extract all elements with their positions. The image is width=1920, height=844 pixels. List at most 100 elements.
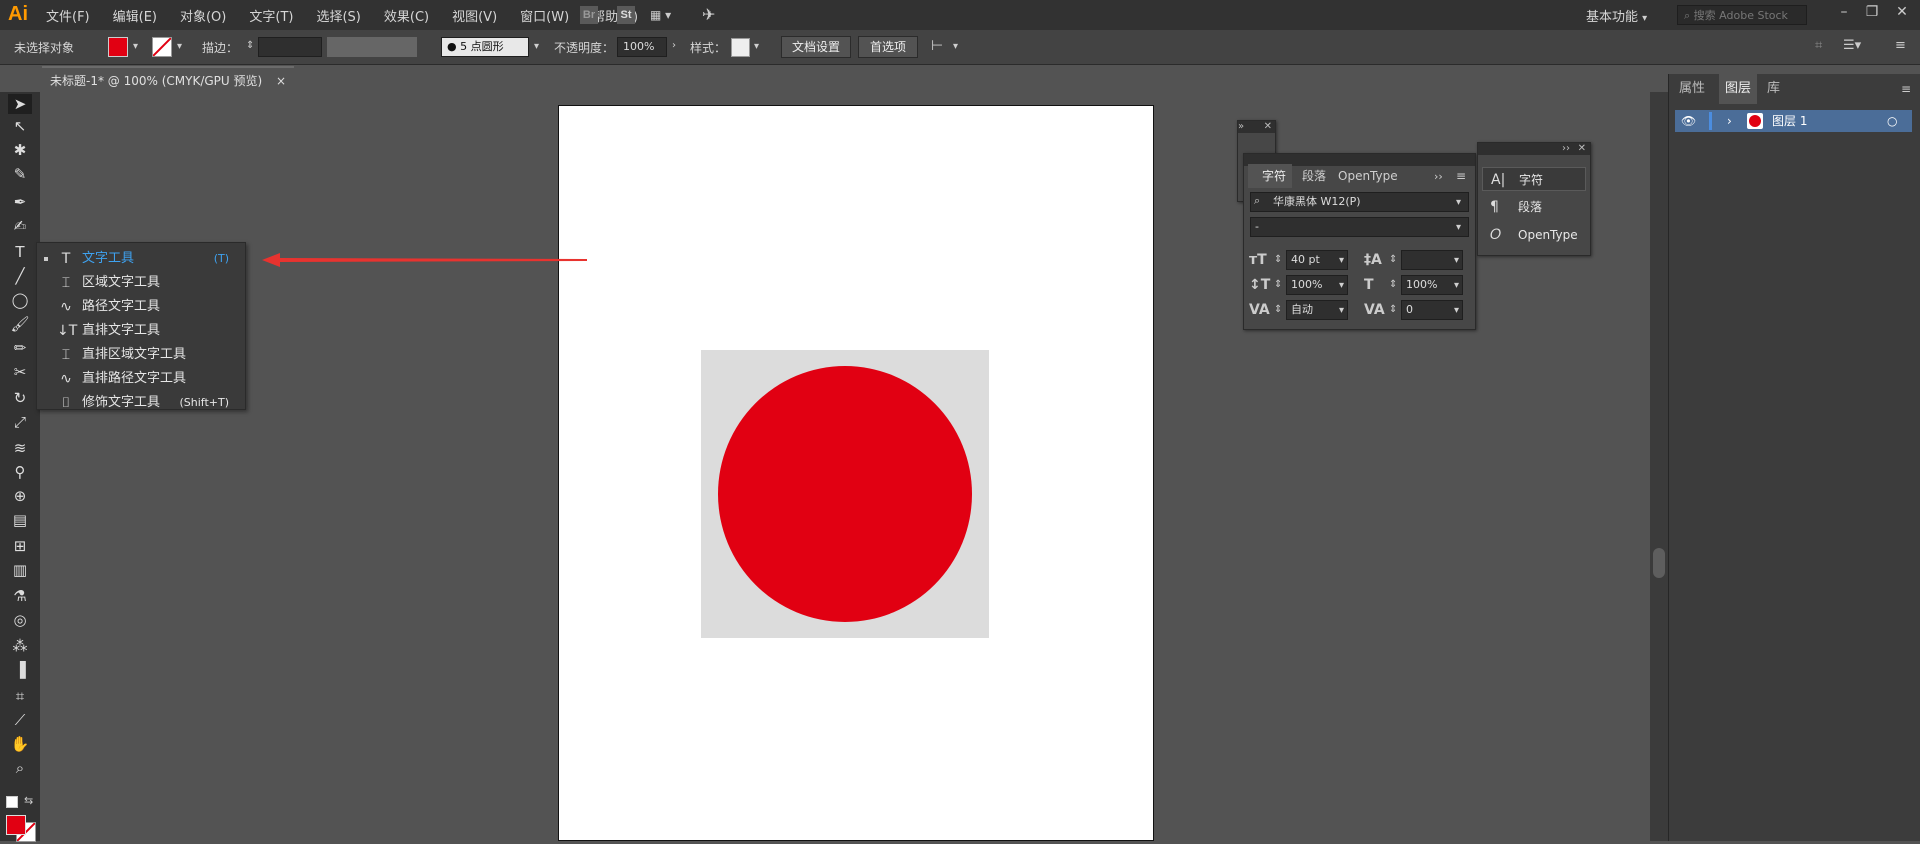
warp-tool-icon[interactable]: ≋ — [8, 438, 32, 458]
stroke-stepper-icon[interactable]: ⇕ — [246, 40, 254, 51]
font-family-field[interactable]: 华康黑体 W12(P) — [1250, 192, 1469, 212]
scissors-tool-icon[interactable]: ✂ — [8, 362, 32, 382]
panel-menu-icon[interactable]: ≡ — [1901, 82, 1911, 96]
leading-chevron-icon[interactable]: ▾ — [1454, 255, 1459, 266]
workspace-switcher[interactable]: 基本功能 ▾ — [1586, 6, 1647, 25]
layer-row[interactable]: 👁 › 图层 1 ○ — [1675, 110, 1912, 132]
tab-paragraph[interactable]: 段落 — [1302, 164, 1326, 188]
line-tool-icon[interactable]: ╱ — [8, 266, 32, 286]
magic-wand-tool-icon[interactable]: ✱ — [8, 140, 32, 160]
type-tool-icon[interactable]: T — [8, 242, 32, 262]
tab-libraries[interactable]: 库 — [1767, 74, 1780, 104]
hand-tool-icon[interactable]: ✋ — [8, 734, 32, 754]
dock-expand-icon[interactable]: ›› — [1562, 143, 1570, 154]
brush-chevron-icon[interactable]: ▾ — [534, 41, 539, 52]
visibility-eye-icon[interactable]: 👁 — [1681, 110, 1696, 132]
dock-item-paragraph[interactable]: ¶ 段落 — [1482, 195, 1586, 219]
document-setup-button[interactable]: 文档设置 — [781, 36, 851, 58]
opacity-chevron-icon[interactable]: › — [672, 40, 676, 51]
stroke-weight-field[interactable] — [258, 37, 322, 57]
menu-view[interactable]: 视图(V) — [452, 6, 497, 25]
dock-close-icon[interactable]: ✕ — [1578, 143, 1586, 154]
leading-stepper-icon[interactable]: ⇕ — [1389, 254, 1397, 265]
paintbrush-tool-icon[interactable]: 🖌 — [8, 314, 32, 334]
fill-swatch[interactable] — [108, 37, 128, 57]
stroke-chevron-icon[interactable]: ▾ — [177, 41, 182, 52]
font-style-chevron-icon[interactable]: ▾ — [1456, 222, 1461, 233]
flyout-area-type-tool[interactable]: ⌶ 区域文字工具 — [37, 271, 245, 295]
document-tab[interactable]: 未标题-1* @ 100% (CMYK/GPU 预览) × — [42, 66, 294, 92]
search-stock-input[interactable]: ⌕ 搜索 Adobe Stock — [1677, 5, 1807, 25]
pencil-tool-icon[interactable]: ✏ — [8, 338, 32, 358]
blend-tool-icon[interactable]: ◎ — [8, 610, 32, 630]
fill-chevron-icon[interactable]: ▾ — [133, 41, 138, 52]
panel-expand-icon[interactable]: ›› — [1434, 170, 1443, 183]
close-tab-icon[interactable]: × — [276, 68, 286, 94]
isolate-icon[interactable]: ⌗ — [1815, 38, 1822, 53]
eyedropper-tool-icon[interactable]: ⚗ — [8, 586, 32, 606]
vertical-scale-stepper-icon[interactable]: ⇕ — [1274, 279, 1282, 290]
minimize-button[interactable]: – — [1830, 2, 1858, 22]
default-colors-icon[interactable] — [6, 796, 18, 808]
menu-file[interactable]: 文件(F) — [46, 6, 90, 25]
fill-color-box[interactable] — [6, 815, 26, 835]
scrollbar-thumb[interactable] — [1653, 548, 1665, 578]
flyout-type-tool[interactable]: T 文字工具 (T) — [37, 247, 245, 271]
tab-character[interactable]: 字符 — [1248, 164, 1292, 188]
horizontal-scale-stepper-icon[interactable]: ⇕ — [1389, 279, 1397, 290]
bridge-button[interactable]: Br — [580, 6, 598, 24]
tracking-stepper-icon[interactable]: ⇕ — [1389, 304, 1397, 315]
vertical-scale-chevron-icon[interactable]: ▾ — [1339, 280, 1344, 291]
align-options-icon[interactable]: ⊢ — [931, 38, 943, 54]
collapsed-panel-header[interactable]: » ✕ — [1238, 121, 1275, 133]
tab-opentype[interactable]: OpenType — [1338, 164, 1398, 188]
flyout-vertical-type-tool[interactable]: ↓T 直排文字工具 — [37, 319, 245, 343]
ellipse-tool-icon[interactable]: ◯ — [8, 290, 32, 310]
lasso-tool-icon[interactable]: ✎ — [8, 164, 32, 184]
perspective-grid-tool-icon[interactable]: ▤ — [8, 510, 32, 530]
kerning-chevron-icon[interactable]: ▾ — [1339, 305, 1344, 316]
gradient-tool-icon[interactable]: ▥ — [8, 560, 32, 580]
swap-colors-icon[interactable]: ⇆ — [24, 794, 33, 807]
font-size-chevron-icon[interactable]: ▾ — [1339, 255, 1344, 266]
graphic-style-swatch[interactable] — [731, 38, 750, 57]
red-circle-shape[interactable] — [718, 366, 972, 622]
menu-edit[interactable]: 编辑(E) — [113, 6, 157, 25]
scale-tool-icon[interactable]: ⤢ — [8, 412, 32, 432]
rotate-tool-icon[interactable]: ↻ — [8, 388, 32, 408]
slice-tool-icon[interactable]: ⟋ — [8, 710, 32, 730]
horizontal-scale-chevron-icon[interactable]: ▾ — [1454, 280, 1459, 291]
font-style-field[interactable]: - — [1250, 217, 1469, 237]
symbol-sprayer-tool-icon[interactable]: ⁂ — [8, 636, 32, 656]
vertical-scrollbar[interactable] — [1650, 92, 1668, 841]
shape-builder-tool-icon[interactable]: ⊕ — [8, 486, 32, 506]
target-icon[interactable]: ○ — [1887, 110, 1897, 132]
align-chevron-icon[interactable]: ▾ — [953, 41, 958, 52]
arrange-panel-icon[interactable]: ☰▾ — [1843, 38, 1861, 53]
puppet-warp-tool-icon[interactable]: ⚲ — [8, 462, 32, 482]
artboard-tool-icon[interactable]: ⌗ — [8, 686, 32, 706]
preferences-button[interactable]: 首选项 — [858, 36, 918, 58]
menu-object[interactable]: 对象(O) — [180, 6, 226, 25]
flyout-type-on-path-tool[interactable]: ∿ 路径文字工具 — [37, 295, 245, 319]
style-chevron-icon[interactable]: ▾ — [754, 41, 759, 52]
close-panel-icon[interactable]: ✕ — [1264, 121, 1272, 132]
flyout-vertical-area-type-tool[interactable]: ⌶ 直排区域文字工具 — [37, 343, 245, 367]
menu-window[interactable]: 窗口(W) — [520, 6, 569, 25]
tracking-chevron-icon[interactable]: ▾ — [1454, 305, 1459, 316]
kerning-stepper-icon[interactable]: ⇕ — [1274, 304, 1282, 315]
variable-width-profile[interactable] — [327, 37, 417, 57]
dock-item-opentype[interactable]: 𝑂 OpenType — [1482, 223, 1586, 247]
selection-tool-icon[interactable]: ➤ — [8, 94, 32, 114]
tab-properties[interactable]: 属性 — [1679, 74, 1705, 104]
stock-button[interactable]: St — [617, 6, 635, 24]
control-menu-icon[interactable]: ≡ — [1895, 38, 1906, 53]
menu-effect[interactable]: 效果(C) — [384, 6, 429, 25]
panel-menu-icon[interactable]: ≡ — [1456, 169, 1466, 183]
pen-tool-icon[interactable]: ✒ — [8, 192, 32, 212]
expand-layer-icon[interactable]: › — [1727, 110, 1732, 132]
font-size-stepper-icon[interactable]: ⇕ — [1274, 254, 1282, 265]
column-graph-tool-icon[interactable]: ▐ — [8, 660, 32, 680]
mesh-tool-icon[interactable]: ⊞ — [8, 536, 32, 556]
font-chevron-icon[interactable]: ▾ — [1456, 197, 1461, 208]
